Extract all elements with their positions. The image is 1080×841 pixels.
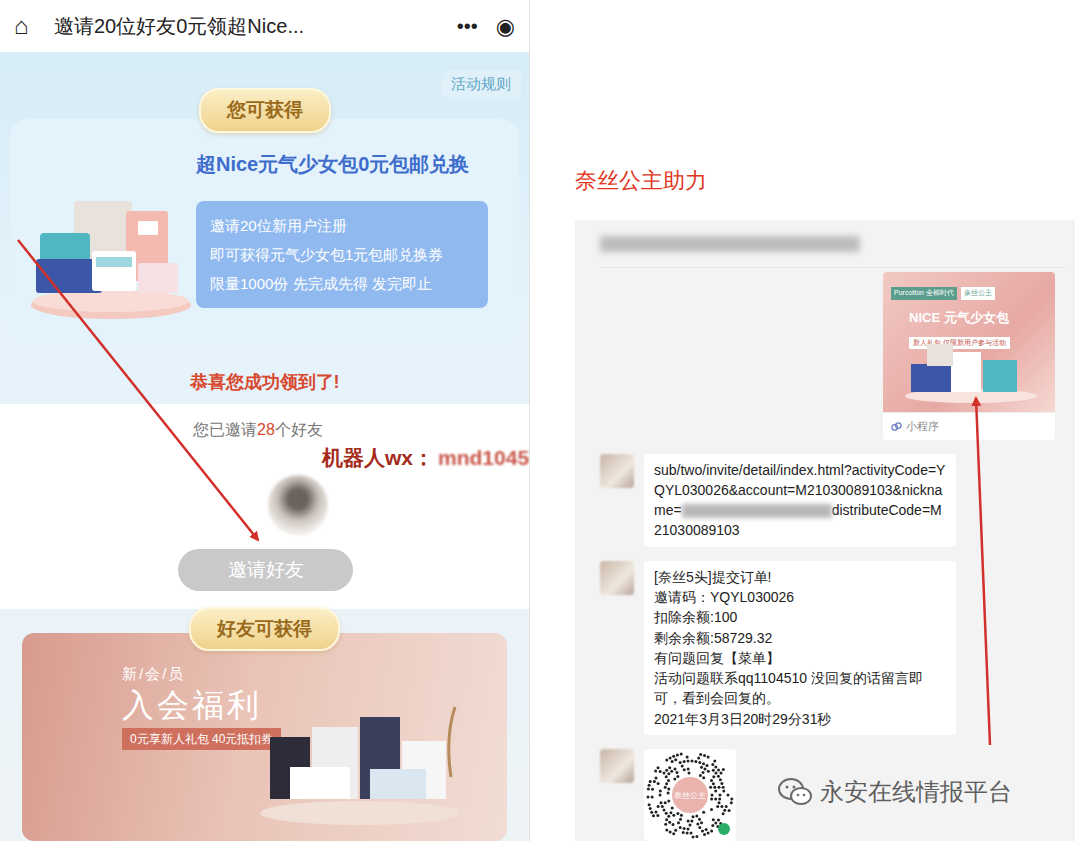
mini-program-card-row: Purcotton 全棉时代奈丝公主 NICE 元气少女包 新人礼包 仅限新用户… xyxy=(600,268,1065,440)
card-brand: Purcotton 全棉时代 xyxy=(891,287,957,300)
chat-pane: 奈丝公主助力 Purcotton 全棉时代奈丝公主 NICE 元气少女包 新人礼… xyxy=(530,0,1080,841)
reward-badge: 您可获得 xyxy=(199,88,331,133)
watermark: 永安在线情报平台 xyxy=(778,774,1012,810)
nickname-blur xyxy=(682,504,832,518)
wechat-icon xyxy=(778,777,812,807)
close-icon[interactable]: ◉ xyxy=(496,10,515,43)
card-footer: 小程序 xyxy=(883,412,1055,440)
message-bubble: sub/two/invite/detail/index.html?activit… xyxy=(644,454,956,547)
member-banner[interactable]: 新/会/员 入会福利 0元享新人礼包 40元抵扣券 xyxy=(22,633,507,841)
chat-header xyxy=(600,220,1065,268)
text-line: 2021年3月3日20时29分31秒 xyxy=(654,709,946,729)
text-line: 限量1000份 先完成先得 发完即止 xyxy=(210,269,474,298)
user-avatar xyxy=(268,475,328,535)
reward-info: 超Nice元气少女包0元包邮兑换 邀请20位新用户注册即可获得元气少女包1元包邮… xyxy=(196,141,488,331)
reward-card: 超Nice元气少女包0元包邮兑换 邀请20位新用户注册即可获得元气少女包1元包邮… xyxy=(10,119,519,347)
annotation-arrows xyxy=(0,0,1080,841)
reward-title: 超Nice元气少女包0元包邮兑换 xyxy=(196,149,469,179)
success-message: 恭喜您成功领到了! xyxy=(0,369,529,392)
message-bubble: [奈丝5头]提交订单!邀请码：YQYL030026扣除余额:100剩余余额:58… xyxy=(644,561,956,735)
screenshot: ⌂ 邀请20位好友0元领超Nice... ••• ◉ 活动规则 您可获得 xyxy=(0,0,1080,841)
watermark-text: 永安在线情报平台 xyxy=(820,774,1012,810)
text-line: 剩余余额:58729.32 xyxy=(654,628,946,648)
mini-program-code[interactable]: 奈丝公主 xyxy=(644,749,736,841)
invite-panel: 您已邀请28个好友 机器人wx：mnd1045570 邀请好友 xyxy=(0,404,529,609)
rules-row: 活动规则 xyxy=(0,52,529,88)
banner-subtitle: 0元享新人礼包 40元抵扣券 xyxy=(122,728,281,750)
text-line: 扣除余额:100 xyxy=(654,607,946,627)
sender-avatar xyxy=(600,454,634,488)
robot-id: mnd1045570 xyxy=(438,446,530,469)
chat-window: Purcotton 全棉时代奈丝公主 NICE 元气少女包 新人礼包 仅限新用户… xyxy=(575,220,1075,841)
text-line: 有问题回复【菜单】 xyxy=(654,648,946,668)
invited-suffix: 个好友 xyxy=(275,421,323,438)
card-source: 小程序 xyxy=(906,418,939,435)
rules-tab[interactable]: 活动规则 xyxy=(441,70,521,99)
reward-rules: 邀请20位新用户注册即可获得元气少女包1元包邮兑换券限量1000份 先完成先得 … xyxy=(196,201,488,309)
sender-avatar xyxy=(600,561,634,595)
mini-program-icon xyxy=(891,421,902,432)
banner-tag: 新/会/员 xyxy=(122,663,507,686)
mini-program-card[interactable]: Purcotton 全棉时代奈丝公主 NICE 元气少女包 新人礼包 仅限新用户… xyxy=(883,272,1055,440)
mini-program-header: ⌂ 邀请20位好友0元领超Nice... ••• ◉ xyxy=(0,0,529,52)
page-title: 邀请20位好友0元领超Nice... xyxy=(54,11,457,41)
left-arrow-icon xyxy=(18,240,258,540)
sender-avatar xyxy=(600,749,634,783)
text-line: 邀请码：YQYL030026 xyxy=(654,587,946,607)
order-message: [奈丝5头]提交订单!邀请码：YQYL030026扣除余额:100剩余余额:58… xyxy=(600,561,1065,735)
capsule: ••• ◉ xyxy=(457,10,515,43)
text-line: 邀请20位新用户注册 xyxy=(210,211,474,240)
gift-pack-icon xyxy=(26,193,196,323)
home-icon[interactable]: ⌂ xyxy=(14,8,40,44)
invited-prefix: 您已邀请 xyxy=(193,421,257,438)
mini-program-page: ⌂ 邀请20位好友0元领超Nice... ••• ◉ 活动规则 您可获得 xyxy=(0,0,530,841)
robot-label: 机器人wx： xyxy=(322,446,434,469)
text-line: 即可获得元气少女包1元包邮兑换券 xyxy=(210,240,474,269)
friend-badge: 好友可获得 xyxy=(189,607,340,652)
text-line: 活动问题联系qq1104510 没回复的话留言即可，看到会回复的。 xyxy=(654,668,946,709)
gift-pack-icon xyxy=(901,334,1041,404)
invited-count-text: 您已邀请28个好友 xyxy=(0,418,529,442)
right-arrow-icon xyxy=(976,398,990,745)
invite-button[interactable]: 邀请好友 xyxy=(178,549,353,591)
qr-code-icon: 奈丝公主 xyxy=(644,749,736,841)
card-title: NICE 元气少女包 xyxy=(891,308,1047,328)
card-shop: 奈丝公主 xyxy=(961,287,995,300)
card-subtitle: 新人礼包 仅限新用户参与活动 xyxy=(909,337,1010,350)
banner-title: 入会福利 xyxy=(122,686,507,724)
robot-annotation: 机器人wx：mnd1045570 xyxy=(0,442,529,474)
chat-title-blur xyxy=(600,236,860,252)
text-line: [奈丝5头]提交订单! xyxy=(654,567,946,587)
gift-pack-icon xyxy=(250,697,470,827)
qr-label: 奈丝公主 xyxy=(674,791,706,800)
helper-annotation: 奈丝公主助力 xyxy=(575,164,1075,196)
link-message: sub/two/invite/detail/index.html?activit… xyxy=(600,454,1065,547)
card-picture: Purcotton 全棉时代奈丝公主 NICE 元气少女包 新人礼包 仅限新用户… xyxy=(883,272,1055,412)
invited-count: 28 xyxy=(257,421,275,438)
more-icon[interactable]: ••• xyxy=(457,11,478,41)
